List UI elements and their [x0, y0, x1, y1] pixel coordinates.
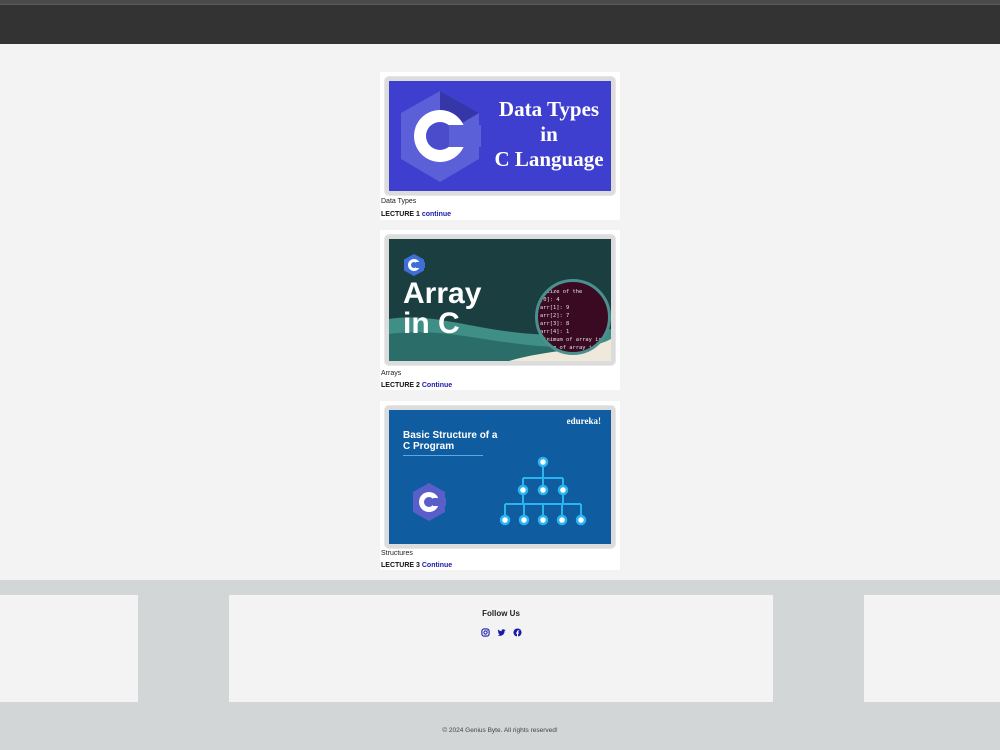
- lecture-label: LECTURE 2 Continue: [381, 382, 453, 389]
- lecture-label: LECTURE 1 continue: [381, 211, 452, 218]
- lecture-thumbnail-3[interactable]: edureka! Basic Structure of a C Program: [385, 406, 615, 548]
- lecture-title: Structures: [381, 550, 413, 557]
- follow-us-panel: Follow Us: [229, 595, 773, 702]
- lecture-title: Data Types: [381, 198, 417, 205]
- code-preview: l size of the [0]: 4 arr[1]: 9 arr[2]: 7…: [535, 279, 611, 355]
- footer-panel-left: [0, 595, 138, 702]
- lecture-card-2[interactable]: Array in C l size of the [0]: 4 arr[1]: …: [380, 230, 620, 390]
- c-logo-icon: [404, 254, 425, 276]
- c-language-logo-icon: [401, 91, 481, 182]
- facebook-icon[interactable]: [512, 624, 522, 637]
- edureka-brand: edureka!: [566, 416, 601, 426]
- lecture-card-3[interactable]: edureka! Basic Structure of a C Program: [380, 401, 620, 570]
- thumbnail-heading: Array in C: [403, 277, 482, 340]
- social-links: [229, 624, 773, 637]
- instagram-icon[interactable]: [480, 624, 490, 637]
- continue-link[interactable]: Continue: [422, 382, 452, 389]
- follow-us-heading: Follow Us: [482, 609, 520, 618]
- lecture-card-1[interactable]: Data Types in C Language Data Types LECT…: [380, 72, 620, 220]
- lecture-thumbnail-1[interactable]: Data Types in C Language: [385, 77, 615, 195]
- lecture-title: Arrays: [381, 370, 402, 377]
- lecture-label: LECTURE 3 Continue: [381, 562, 453, 569]
- c-logo-icon: [413, 483, 446, 521]
- footer-panel-right: [864, 595, 1000, 702]
- continue-link[interactable]: Continue: [422, 562, 452, 569]
- top-navbar: [0, 0, 1000, 44]
- continue-link[interactable]: continue: [422, 211, 451, 218]
- thumbnail-heading: Basic Structure of a C Program: [403, 430, 498, 452]
- thumbnail-heading: Data Types in C Language: [494, 97, 604, 171]
- twitter-icon[interactable]: [497, 624, 506, 636]
- tree-diagram-icon: [499, 456, 587, 526]
- copyright-text: © 2024 Genius Byte. All rights reserved!: [442, 727, 558, 734]
- lecture-thumbnail-2[interactable]: Array in C l size of the [0]: 4 arr[1]: …: [385, 235, 615, 365]
